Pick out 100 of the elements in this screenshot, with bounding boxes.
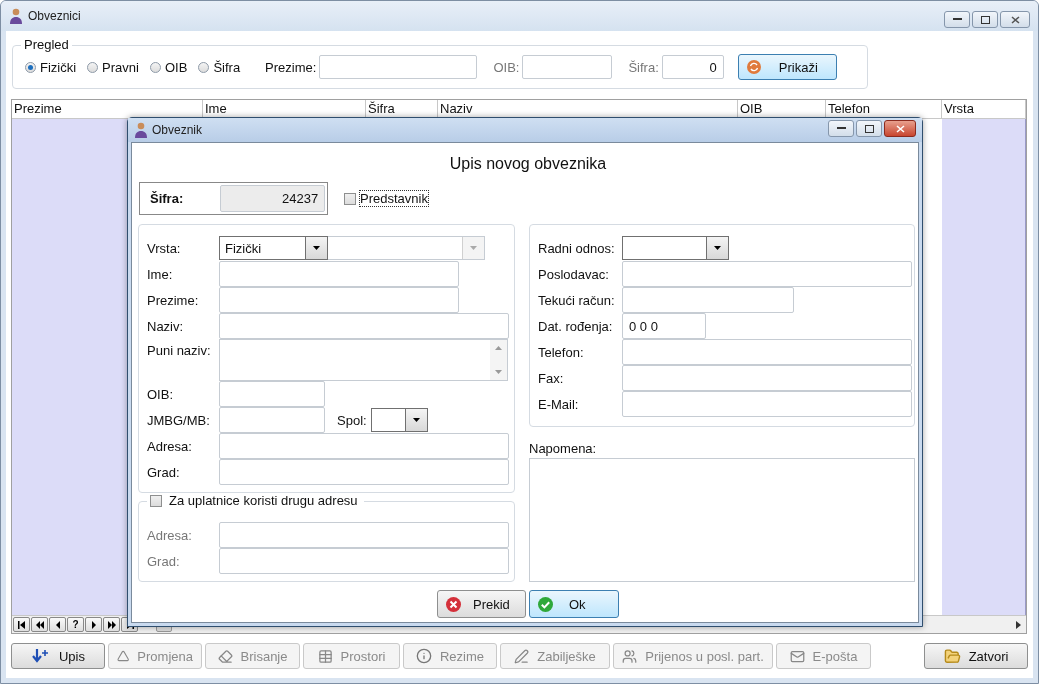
radio-option[interactable]: OIB	[149, 59, 188, 75]
employment-dropdown[interactable]	[622, 236, 729, 260]
column-header[interactable]: Vrsta	[942, 100, 1026, 118]
refresh-icon	[746, 60, 761, 74]
first-record-button[interactable]	[13, 617, 30, 632]
type-dropdown[interactable]: Fizički	[219, 236, 328, 260]
field-label: Fax:	[538, 370, 565, 386]
maximize-icon	[980, 15, 990, 24]
checkbox[interactable]	[150, 494, 162, 507]
text-field[interactable]	[219, 313, 509, 339]
text-field[interactable]	[622, 339, 912, 365]
radio-button[interactable]	[25, 61, 36, 73]
field-label: Ime:	[147, 266, 174, 282]
text-field[interactable]	[219, 407, 325, 433]
show-button[interactable]: Prikaži	[737, 54, 837, 80]
field-label: Šifra:	[150, 191, 184, 206]
oib-field[interactable]	[522, 55, 613, 79]
checkmark-icon	[538, 596, 553, 612]
close-button[interactable]	[884, 120, 916, 137]
minimize-button[interactable]	[828, 120, 854, 137]
checkbox-label[interactable]: Predstavnik	[360, 191, 428, 206]
previous-page-button[interactable]	[31, 617, 48, 632]
dropdown-arrow-icon	[412, 418, 420, 422]
scroll-up-icon[interactable]	[495, 346, 502, 350]
dropdown-arrow-icon	[470, 246, 477, 250]
toolbar-button[interactable]: Upis	[11, 643, 105, 669]
envelope-icon	[789, 648, 805, 664]
next-page-button[interactable]	[103, 617, 120, 632]
field-label: Šifra:	[628, 59, 659, 75]
dialog-heading: Upis novog obveznika	[448, 155, 608, 174]
dropdown-arrow-icon	[714, 246, 721, 250]
info-icon	[415, 648, 432, 664]
text-field[interactable]	[622, 365, 912, 391]
text-field[interactable]	[219, 548, 509, 574]
cancel-icon	[446, 596, 461, 612]
notes-area[interactable]	[529, 458, 915, 582]
text-field[interactable]	[219, 381, 325, 407]
text-field[interactable]	[622, 261, 912, 287]
previous-record-button[interactable]	[49, 617, 66, 632]
field-label: Adresa:	[147, 527, 193, 543]
cancel-button[interactable]: Prekid	[437, 590, 526, 618]
text-field[interactable]	[219, 287, 459, 313]
field-label: Tekući račun:	[538, 292, 616, 308]
field-label: Napomena:	[529, 441, 598, 456]
field-label: Dat. rođenja:	[538, 318, 614, 334]
dialog-title: Obveznik	[152, 123, 203, 137]
radio-option[interactable]: Fizički	[25, 59, 77, 75]
close-icon	[895, 124, 905, 133]
maximize-button[interactable]	[856, 120, 882, 137]
ok-button[interactable]: Ok	[529, 590, 619, 618]
next-page-icon	[107, 620, 116, 629]
text-field[interactable]	[219, 459, 509, 485]
text-field[interactable]	[219, 261, 459, 287]
text-field[interactable]	[622, 287, 794, 313]
field-label: Grad:	[147, 553, 181, 569]
previous-page-icon	[35, 620, 44, 629]
table-icon	[317, 648, 333, 664]
vertical-scrollbar[interactable]	[490, 340, 507, 380]
code-field[interactable]: 0	[661, 55, 724, 79]
checkbox[interactable]	[344, 192, 356, 205]
gender-dropdown[interactable]	[370, 408, 428, 432]
radio-option[interactable]: Šifra	[198, 59, 241, 75]
person-icon	[134, 122, 148, 138]
radio-button[interactable]	[198, 61, 210, 73]
next-record-icon	[89, 620, 98, 629]
code-field: 24237	[220, 185, 326, 212]
field-label: Adresa:	[147, 438, 193, 454]
radio-button[interactable]	[149, 61, 161, 73]
field-label: OIB:	[147, 386, 174, 402]
scroll-right-icon[interactable]	[1016, 620, 1022, 629]
text-field[interactable]	[219, 433, 509, 459]
close-button[interactable]	[1000, 11, 1030, 28]
radio-option[interactable]: Pravni	[87, 59, 139, 75]
text-field[interactable]: 0 0 0	[622, 313, 706, 339]
field-label: Poslodavac:	[538, 266, 610, 282]
field-label: Radni odnos:	[538, 240, 616, 256]
dropdown-arrow-icon	[313, 246, 320, 250]
toolbar-button[interactable]: Zatvori	[924, 643, 1028, 669]
text-area[interactable]	[219, 339, 508, 381]
first-record-icon	[17, 620, 26, 629]
field-label: Spol:	[337, 412, 367, 428]
surname-field[interactable]	[319, 55, 478, 79]
text-field[interactable]	[622, 391, 912, 417]
group-title: Pregled	[21, 37, 72, 52]
field-label: Naziv:	[147, 318, 185, 334]
minimize-icon	[836, 127, 846, 130]
people-icon	[622, 648, 638, 664]
minimize-button[interactable]	[944, 11, 970, 28]
scroll-down-icon[interactable]	[495, 370, 502, 374]
help-button[interactable]: ?	[67, 617, 84, 632]
checkbox-label[interactable]: Za uplatnice koristi drugu adresu	[169, 493, 358, 508]
field-label: Prezime:	[265, 59, 317, 75]
radio-button[interactable]	[87, 61, 99, 73]
minimize-icon	[952, 18, 962, 21]
triangle-icon	[117, 649, 130, 663]
next-record-button[interactable]	[85, 617, 102, 632]
folder-icon	[943, 647, 961, 665]
text-field[interactable]	[219, 522, 509, 548]
maximize-button[interactable]	[972, 11, 998, 28]
field-label: Vrsta:	[147, 240, 182, 256]
